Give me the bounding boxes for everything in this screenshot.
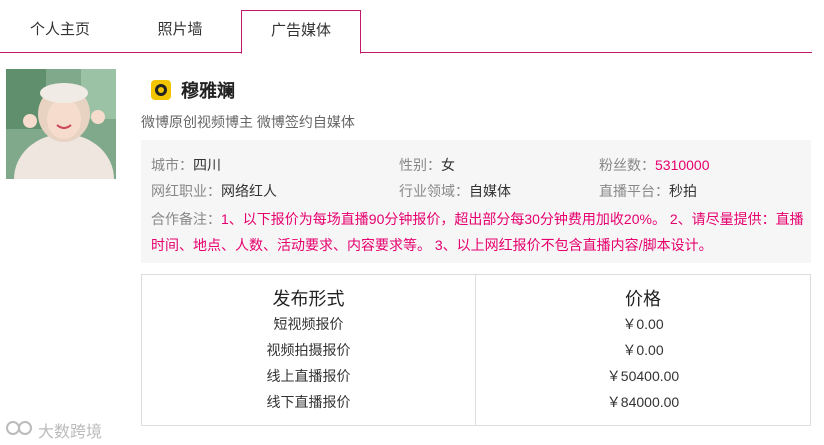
table-cell-price: ￥84000.00 [606,394,680,410]
tab-photo-wall[interactable]: 照片墙 [120,10,240,53]
avatar [6,69,116,179]
table-cell-form: 视频拍摄报价 [266,342,351,358]
info-panel: 城市：四川 性别：女 粉丝数：5310000 网红职业：网络红人 行业领域：自媒… [141,140,811,263]
col-header-price: 价格 [625,289,661,309]
table-cell-form: 线下直播报价 [266,394,351,410]
tab-ad-media[interactable]: 广告媒体 [241,10,361,54]
job-field: 网红职业：网络红人 [151,183,277,199]
industry-field: 行业领域：自媒体 [399,183,511,199]
influencer-name: 穆雅斓 [181,81,235,101]
tab-homepage[interactable]: 个人主页 [0,10,120,53]
fans-field: 粉丝数：5310000 [599,157,710,173]
gender-field: 性别：女 [399,157,455,173]
cooperation-note: 合作备注：1、以下报价为每场直播90分钟报价，超出部分每30分钟费用加收20%。… [151,211,804,253]
tab-bar: 个人主页 照片墙 广告媒体 [0,0,812,54]
table-cell-price: ￥0.00 [622,342,664,358]
watermark-text: 大数跨境 [38,424,103,441]
table-cell-price: ￥0.00 [622,316,664,332]
table-cell-form: 线上直播报价 [266,368,351,384]
price-col-form: 发布形式 短视频报价 视频拍摄报价 线上直播报价 线下直播报价 [142,275,476,425]
table-cell-form: 短视频报价 [273,316,344,332]
price-table: 发布形式 短视频报价 视频拍摄报价 线上直播报价 线下直播报价 价格 ￥0.00… [141,274,811,426]
col-header-form: 发布形式 [272,289,345,309]
live-platform-field: 直播平台：秒拍 [599,183,697,199]
watermark: 大数跨境 [6,418,102,442]
influencer-subtitle: 微博原创视频博主 微博签约自媒体 [141,114,355,130]
city-field: 城市：四川 [151,157,221,173]
weibo-icon [151,80,171,100]
watermark-logo-icon [6,419,34,442]
table-cell-price: ￥50400.00 [606,368,680,384]
price-col-price: 价格 ￥0.00 ￥0.00 ￥50400.00 ￥84000.00 [476,275,810,425]
